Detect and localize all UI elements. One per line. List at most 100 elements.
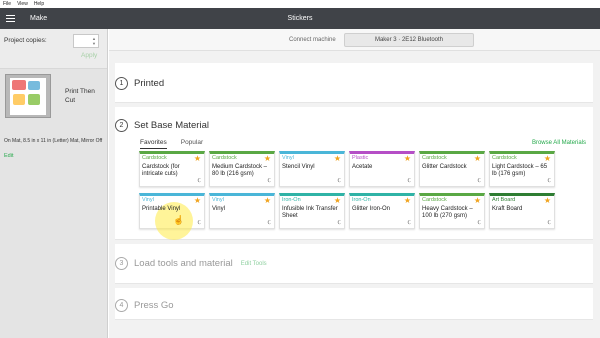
cut-setting-icon: ℂ: [477, 178, 482, 184]
material-category: Vinyl: [282, 155, 294, 161]
project-copies-label: Project copies:: [4, 37, 47, 44]
material-category: Cardstock: [212, 155, 237, 161]
edit-tools-link[interactable]: Edit Tools: [241, 261, 267, 267]
material-card[interactable]: Cardstock Medium Cardstock – 80 lb (216 g…: [209, 151, 275, 187]
material-name: Glitter Cardstock: [422, 164, 467, 170]
step-title: Press Go: [134, 300, 174, 311]
app-header: Make Stickers: [0, 8, 600, 29]
star-icon[interactable]: ★: [194, 196, 201, 205]
material-name: Heavy Cardstock – 100 lb (270 gsm): [422, 206, 473, 219]
menu-file[interactable]: File: [3, 1, 11, 7]
material-category: Vinyl: [142, 197, 154, 203]
hand-cursor-icon: ☝: [173, 215, 185, 225]
os-menu-bar: File View Help: [0, 0, 600, 8]
cut-setting-icon: ℂ: [337, 220, 342, 226]
step-number: 4: [115, 299, 128, 312]
material-card[interactable]: Art Board Kraft Board ★ ℂ: [489, 193, 555, 229]
sticker-preview: [13, 94, 25, 105]
step-press-go: 4 Press Go: [115, 299, 174, 312]
material-card[interactable]: Iron-On Infusible Ink Transfer Sheet ★ ℂ: [279, 193, 345, 229]
cut-setting-icon: ℂ: [407, 220, 412, 226]
mat-card[interactable]: Print Then Cut On Mat, 8.5 in x 11 in (L…: [0, 69, 107, 162]
cut-setting-icon: ℂ: [547, 178, 552, 184]
make-label: Make: [30, 15, 48, 22]
star-icon[interactable]: ★: [474, 154, 481, 163]
main-panel: Connect machine Maker 3 · 2E12 Bluetooth…: [109, 29, 600, 338]
material-category: Cardstock: [422, 197, 447, 203]
cut-setting-icon: ℂ: [477, 220, 482, 226]
browse-all-materials-link[interactable]: Browse All Materials: [532, 140, 586, 146]
mat-description: On Mat, 8.5 in x 11 in (Letter) Mat, Mir…: [4, 138, 103, 144]
star-icon[interactable]: ★: [264, 154, 271, 163]
star-icon[interactable]: ★: [334, 196, 341, 205]
star-icon[interactable]: ★: [544, 154, 551, 163]
star-icon[interactable]: ★: [544, 196, 551, 205]
star-icon[interactable]: ★: [474, 196, 481, 205]
cut-setting-icon: ℂ: [267, 220, 272, 226]
cut-setting-icon: ℂ: [197, 178, 202, 184]
step-press-go-panel: [115, 288, 593, 320]
project-title: Stickers: [287, 15, 313, 22]
material-name: Medium Cardstock – 80 lb (216 gsm): [212, 164, 268, 177]
menu-help[interactable]: Help: [34, 1, 44, 7]
material-card[interactable]: Vinyl Vinyl ★ ℂ: [209, 193, 275, 229]
hamburger-menu-icon[interactable]: [0, 8, 20, 29]
cut-setting-icon: ℂ: [267, 178, 272, 184]
material-category: Plastic: [352, 155, 369, 161]
stepper-down-icon[interactable]: ▼: [92, 41, 96, 46]
material-card[interactable]: Plastic Acetate ★ ℂ: [349, 151, 415, 187]
project-copies-row: Project copies: ▲ ▼ Apply: [0, 29, 107, 69]
connect-bar: Connect machine Maker 3 · 2E12 Bluetooth: [109, 29, 600, 51]
cut-setting-icon: ℂ: [337, 178, 342, 184]
material-name: Vinyl: [212, 206, 225, 212]
step-number: 1: [115, 77, 128, 90]
material-name: Infusible Ink Transfer Sheet: [282, 206, 338, 219]
step-load-tools: 3 Load tools and material Edit Tools: [115, 257, 267, 270]
material-tabs: Favorites Popular: [140, 139, 217, 149]
sticker-preview: [12, 80, 26, 90]
material-category: Cardstock: [492, 155, 517, 161]
sticker-preview: [28, 81, 40, 90]
cut-setting-icon: ℂ: [197, 220, 202, 226]
mat-edit-link[interactable]: Edit: [4, 153, 13, 159]
project-copies-input[interactable]: ▲ ▼: [73, 34, 99, 48]
mat-type-label: Print Then Cut: [65, 88, 95, 104]
connect-machine-label: Connect machine: [289, 37, 336, 43]
machine-select-button[interactable]: Maker 3 · 2E12 Bluetooth: [344, 33, 474, 47]
copies-stepper[interactable]: ▲ ▼: [92, 36, 96, 46]
apply-button[interactable]: Apply: [81, 52, 97, 59]
star-icon[interactable]: ★: [334, 154, 341, 163]
step-title: Printed: [134, 78, 165, 89]
cut-setting-icon: ℂ: [407, 178, 412, 184]
material-card[interactable]: Vinyl Printable Vinyl ★ ℂ ☝: [139, 193, 205, 240]
cut-setting-icon: ℂ: [547, 220, 552, 226]
material-card[interactable]: Iron-On Glitter Iron-On ★ ℂ: [349, 193, 415, 229]
material-card[interactable]: Cardstock Light Cardstock – 65 lb (176 gs…: [489, 151, 555, 187]
step-printed-panel: [115, 63, 593, 103]
material-name: Printable Vinyl: [142, 206, 181, 212]
material-name: Acetate: [352, 164, 373, 170]
material-name: Light Cardstock – 65 lb (176 gsm): [492, 164, 548, 177]
material-category: Art Board: [492, 197, 516, 203]
star-icon[interactable]: ★: [404, 154, 411, 163]
step-base-material: 2 Set Base Material: [115, 119, 209, 132]
star-icon[interactable]: ★: [194, 154, 201, 163]
material-category: Iron-On: [282, 197, 301, 203]
mat-thumbnail[interactable]: [5, 74, 51, 118]
step-number: 3: [115, 257, 128, 270]
sticker-preview: [28, 94, 40, 105]
step-printed: 1 Printed: [115, 77, 164, 90]
material-card[interactable]: Cardstock Glitter Cardstock ★ ℂ: [419, 151, 485, 187]
menu-view[interactable]: View: [17, 1, 28, 7]
material-card[interactable]: Cardstock Heavy Cardstock – 100 lb (270 g…: [419, 193, 485, 229]
material-card[interactable]: Vinyl Stencil Vinyl ★ ℂ: [279, 151, 345, 187]
tab-popular[interactable]: Popular: [181, 139, 203, 149]
material-name: Glitter Iron-On: [352, 206, 391, 212]
star-icon[interactable]: ★: [264, 196, 271, 205]
star-icon[interactable]: ★: [404, 196, 411, 205]
material-name: Kraft Board: [492, 206, 523, 212]
material-card[interactable]: Cardstock Cardstock (for intricate cuts) ★…: [139, 151, 205, 187]
step-title: Load tools and material: [134, 258, 233, 269]
tab-favorites[interactable]: Favorites: [140, 139, 167, 149]
material-category: Cardstock: [142, 155, 167, 161]
